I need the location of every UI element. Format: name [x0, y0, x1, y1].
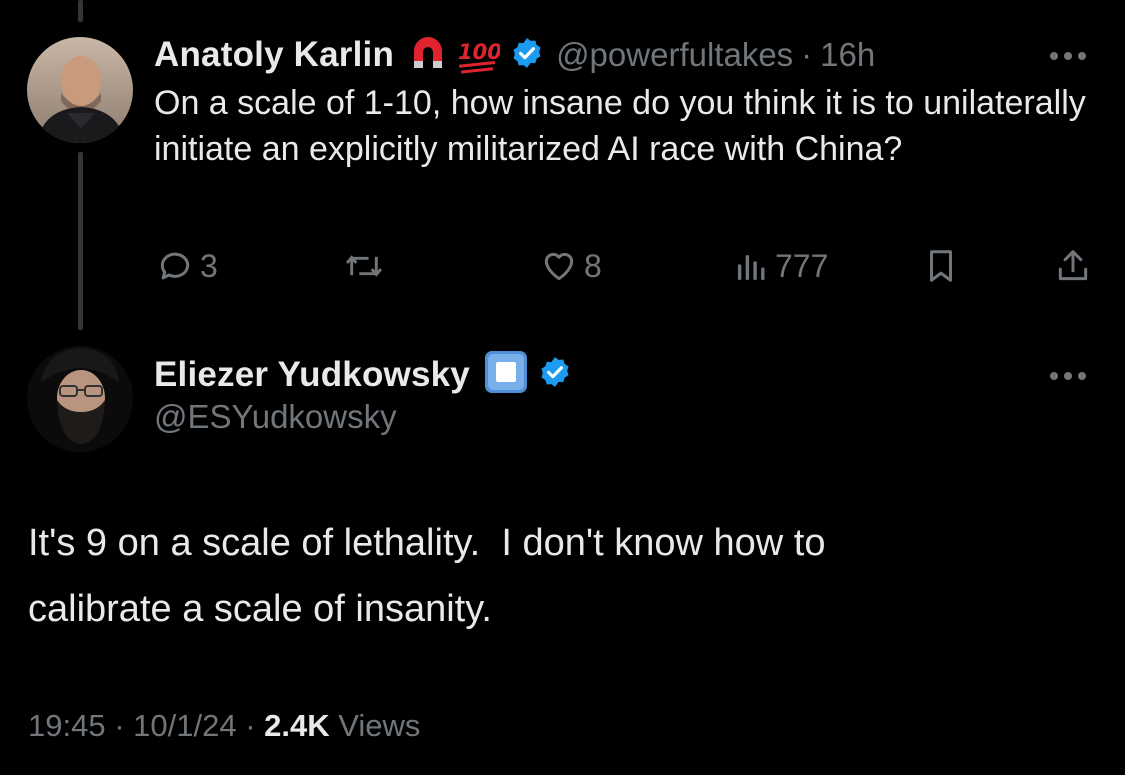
- reply-header: Anatoly Karlin 100 @powerfultakes · 16h: [154, 30, 1094, 80]
- main-header: Eliezer Yudkowsky: [154, 350, 572, 399]
- views-icon: [737, 255, 765, 281]
- avatar-image: [27, 37, 133, 143]
- verified-badge-icon: [510, 36, 544, 75]
- reply-count: 3: [200, 247, 218, 284]
- main-tweet-text: It's 9 on a scale of lethality. I don't …: [28, 522, 826, 630]
- svg-text:100: 100: [458, 40, 500, 64]
- share-icon: [1058, 250, 1088, 281]
- meta-separator: ·: [245, 708, 256, 743]
- reply-icon: [160, 252, 190, 280]
- hundred-points-icon: 100: [456, 31, 502, 80]
- magnet-icon: [406, 31, 450, 80]
- like-button[interactable]: 8: [540, 246, 602, 286]
- view-count: 777: [775, 247, 829, 284]
- bookmark-button[interactable]: [922, 246, 960, 286]
- avatar-anatoly-karlin[interactable]: [27, 37, 133, 143]
- retweet-button[interactable]: [344, 246, 384, 286]
- reply-handle[interactable]: @powerfultakes: [556, 36, 793, 74]
- share-button[interactable]: [1054, 246, 1092, 286]
- heart-icon: [544, 252, 574, 281]
- tweet-meta: 19:45 · 10/1/24 · 2.4K Views: [28, 708, 420, 744]
- reply-author-name[interactable]: Anatoly Karlin: [154, 35, 394, 75]
- tweet-view-count[interactable]: 2.4K: [264, 708, 329, 743]
- like-count: 8: [584, 247, 602, 284]
- meta-separator: ·: [801, 36, 813, 73]
- thread-line-top: [78, 0, 83, 22]
- meta-separator: ·: [114, 708, 125, 743]
- retweet-icon: [345, 255, 383, 277]
- reply-button[interactable]: 3: [156, 246, 218, 286]
- views-button[interactable]: 777: [735, 246, 828, 286]
- reply-text: On a scale of 1-10, how insane do you th…: [154, 84, 1086, 168]
- reply-more-options-icon[interactable]: [1050, 52, 1086, 60]
- thread-line: [78, 152, 83, 330]
- tweet-date[interactable]: 10/1/24: [133, 708, 236, 743]
- tweet-time[interactable]: 19:45: [28, 708, 106, 743]
- avatar-eliezer-yudkowsky[interactable]: [27, 346, 133, 452]
- main-handle[interactable]: @ESYudkowsky: [154, 398, 397, 436]
- stop-button-icon: [484, 350, 528, 399]
- tweet-views-label: Views: [338, 708, 421, 743]
- main-more-options-icon[interactable]: [1050, 372, 1086, 380]
- bookmark-icon: [929, 250, 953, 282]
- verified-badge-icon: [538, 355, 572, 394]
- avatar-image: [27, 346, 133, 452]
- reply-time-ago[interactable]: 16h: [820, 36, 875, 74]
- main-author-name[interactable]: Eliezer Yudkowsky: [154, 355, 470, 395]
